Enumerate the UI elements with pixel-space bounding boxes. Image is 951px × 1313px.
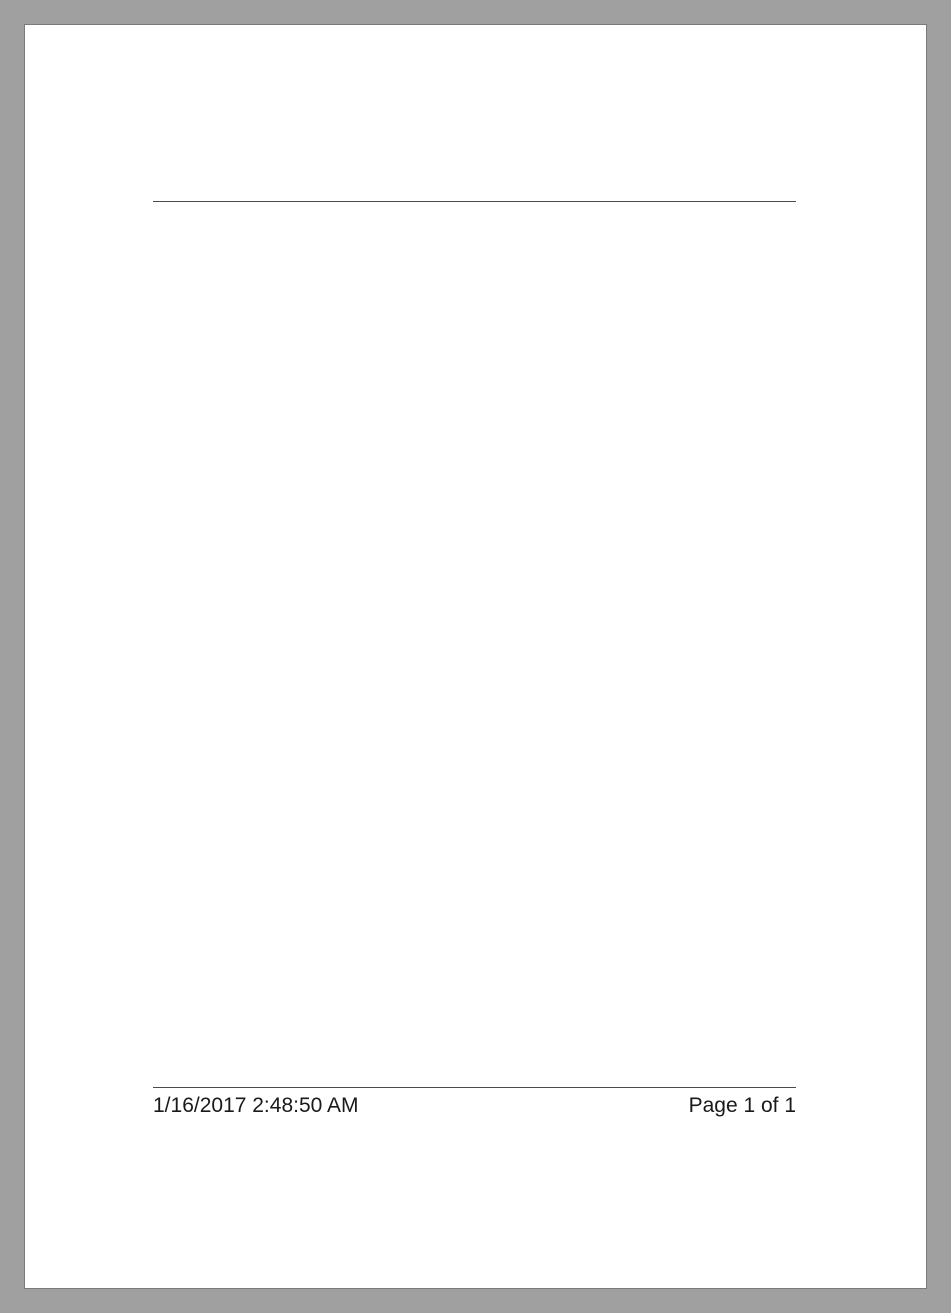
footer-content: 1/16/2017 2:48:50 AM Page 1 of 1 — [153, 1094, 796, 1118]
footer-divider — [153, 1087, 796, 1088]
page-footer: 1/16/2017 2:48:50 AM Page 1 of 1 — [153, 1087, 796, 1118]
footer-page-number: Page 1 of 1 — [689, 1094, 796, 1118]
footer-timestamp: 1/16/2017 2:48:50 AM — [153, 1094, 359, 1118]
document-page: 1/16/2017 2:48:50 AM Page 1 of 1 — [24, 24, 927, 1289]
header-divider — [153, 201, 796, 202]
